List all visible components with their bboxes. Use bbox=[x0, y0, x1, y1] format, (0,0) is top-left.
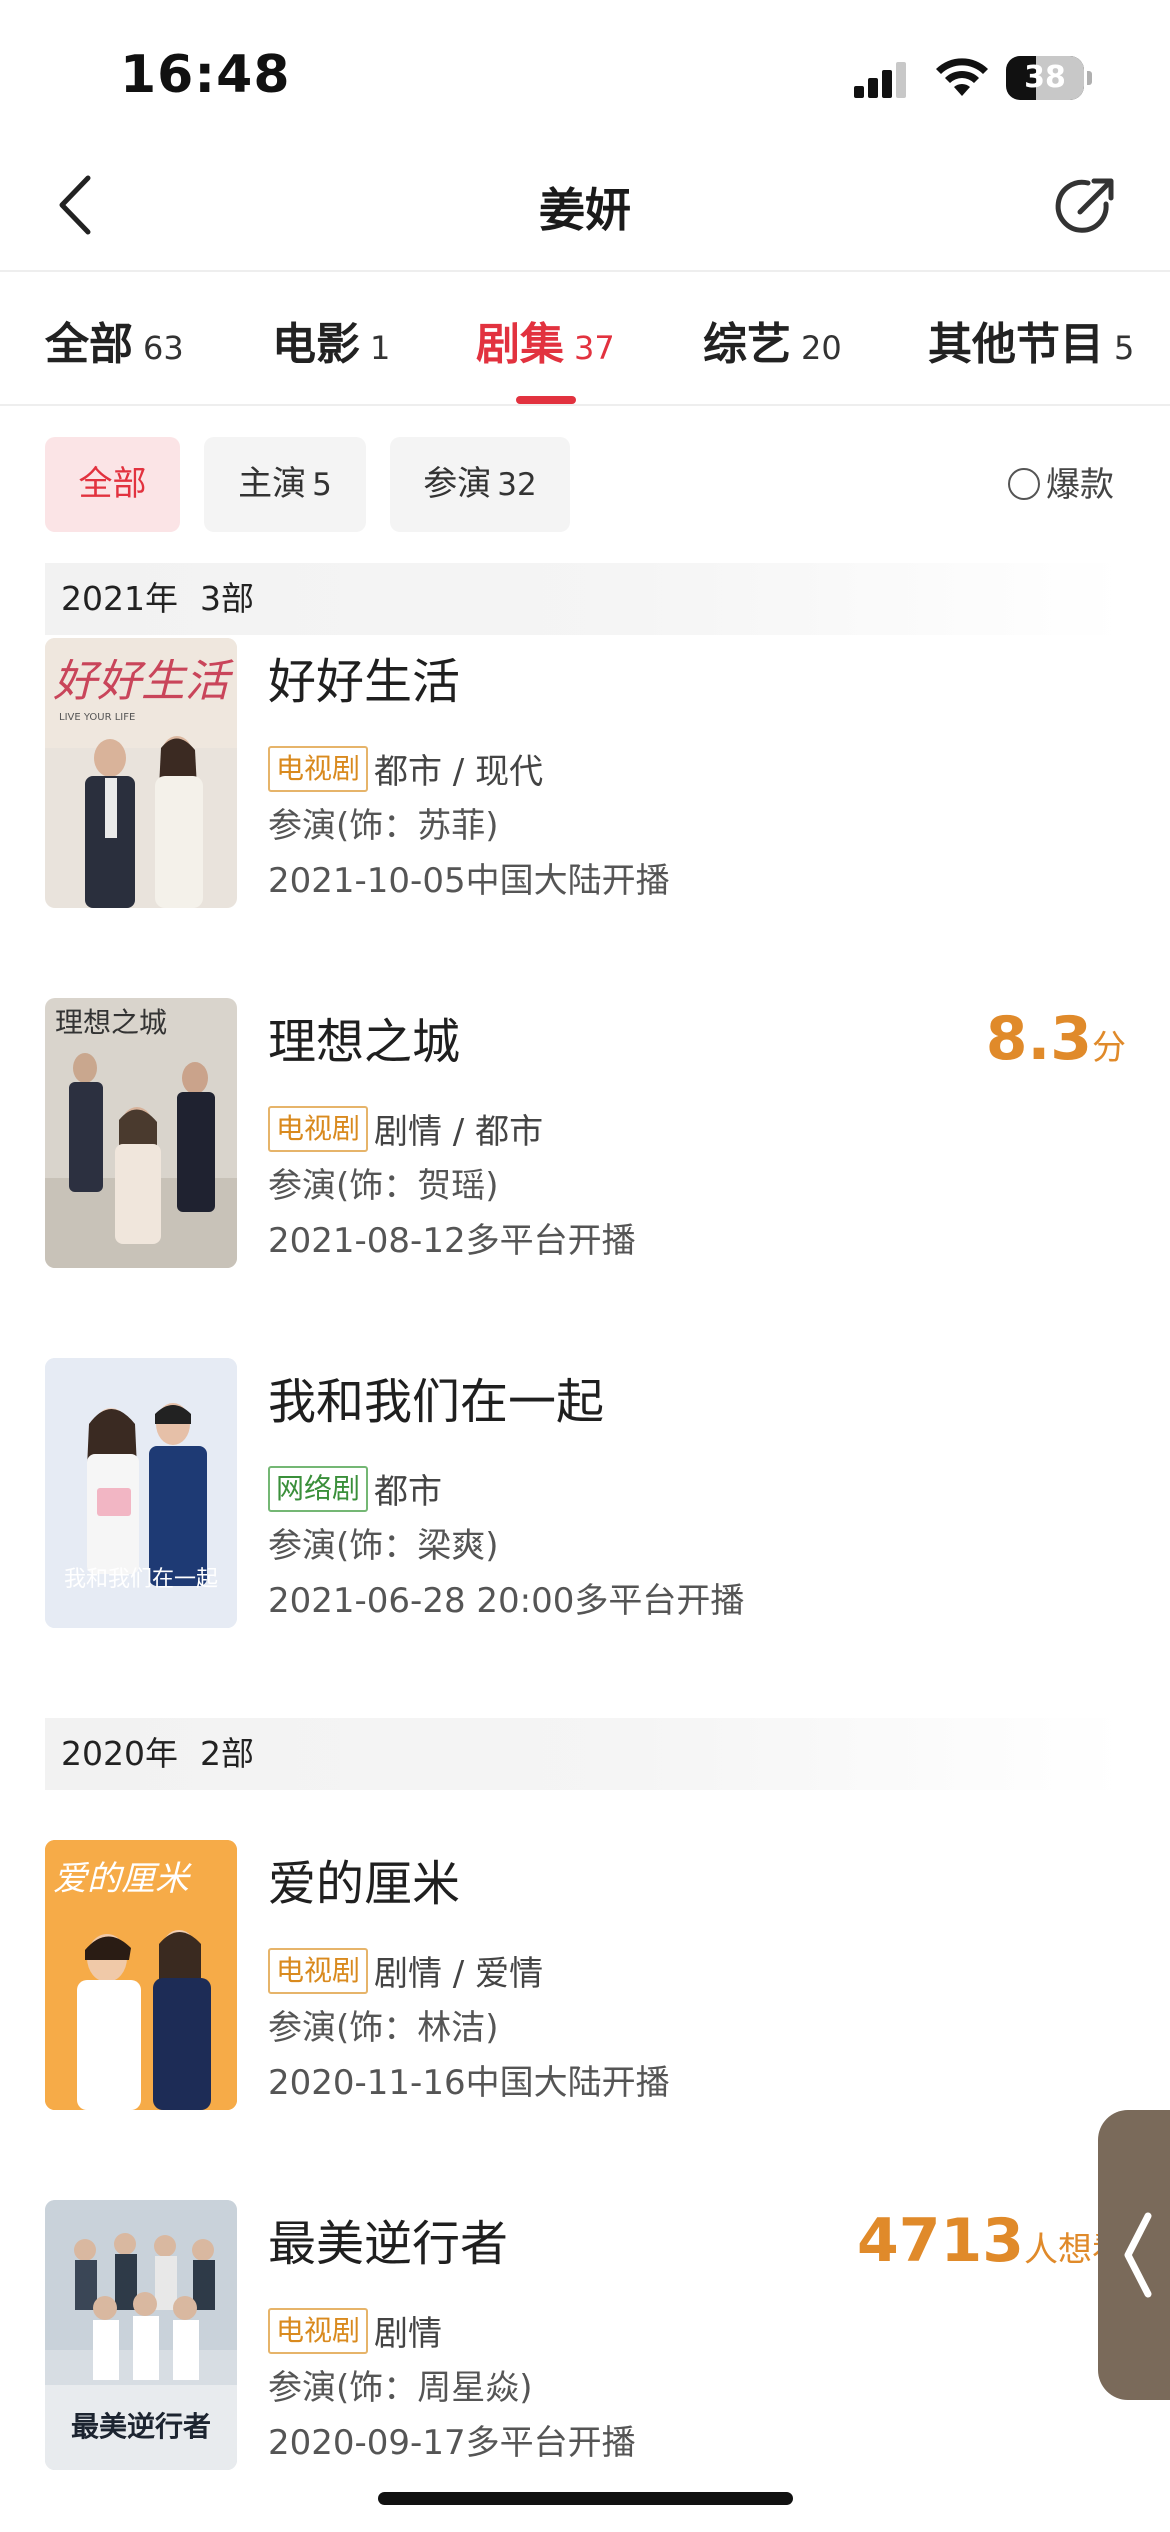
item-role: 参演(饰：周星焱) bbox=[268, 2368, 533, 2408]
item-release: 2020-09-17多平台开播 bbox=[268, 2423, 636, 2463]
tab-series[interactable]: 剧集 37 bbox=[476, 308, 615, 372]
poster-title-text: 爱的厘米 bbox=[53, 1859, 192, 1899]
score-unit: 分 bbox=[1092, 1028, 1126, 1068]
filter-all-button[interactable]: 全部 bbox=[45, 437, 180, 532]
item-title: 好好生活 bbox=[268, 654, 461, 710]
item-score: 8.3分 bbox=[986, 1004, 1126, 1074]
status-bar: 16:48 38 bbox=[0, 0, 1170, 140]
score-value: 8.3 bbox=[985, 1004, 1092, 1074]
chevron-left-icon bbox=[1124, 2212, 1152, 2298]
share-icon[interactable] bbox=[1050, 170, 1122, 242]
hot-toggle-label: 爆款 bbox=[1046, 465, 1114, 505]
status-time: 16:48 bbox=[120, 45, 291, 105]
wifi-icon bbox=[936, 58, 988, 96]
poster-subtitle-text: LIVE YOUR LIFE bbox=[59, 712, 135, 723]
item-type-tag: 电视剧 bbox=[268, 746, 369, 792]
hot-only-toggle[interactable]: 爆款 bbox=[1008, 460, 1114, 510]
back-arrow-icon[interactable] bbox=[44, 170, 114, 240]
item-role: 参演(饰：贺瑶) bbox=[268, 1166, 499, 1206]
poster-title-text: 最美逆行者 bbox=[71, 2410, 211, 2443]
poster-image: 好好生活 LIVE YOUR LIFE bbox=[45, 638, 237, 908]
item-role: 参演(饰：林洁) bbox=[268, 2008, 499, 2048]
list-item[interactable]: 爱的厘米 爱的厘米 电视剧 剧情 / 爱情 参演(饰：林洁) 2020-11-1… bbox=[0, 1840, 1170, 2120]
poster-title-text: 理想之城 bbox=[55, 1006, 167, 1039]
item-title: 我和我们在一起 bbox=[268, 1374, 605, 1430]
filter-supporting-button[interactable]: 参演 32 bbox=[390, 437, 570, 532]
item-type-tag: 电视剧 bbox=[268, 2308, 369, 2354]
tab-movies[interactable]: 电影 1 bbox=[272, 308, 390, 372]
list-item[interactable]: 好好生活 LIVE YOUR LIFE 好好生活 电视剧 都市 / 现代 参演(… bbox=[0, 638, 1170, 918]
tab-other-shows[interactable]: 其他节目 5 bbox=[928, 308, 1134, 372]
list-item[interactable]: 理想之城 理想之城 8.3分 电视剧 剧情 / 都市 参演(饰：贺瑶) 2021… bbox=[0, 998, 1170, 1278]
tab-variety[interactable]: 综艺 20 bbox=[703, 308, 842, 372]
poster-title-text: 我和我们在一起 bbox=[64, 1567, 218, 1592]
page: 16:48 38 姜妍 全部 63 电影 1 剧集 37 综艺 20 其他节目 … bbox=[0, 0, 1170, 2532]
item-genre: 剧情 / 都市 bbox=[374, 1112, 544, 1152]
item-type-tag: 电视剧 bbox=[268, 1106, 369, 1152]
battery-percent: 38 bbox=[1024, 60, 1066, 95]
item-genre: 剧情 / 爱情 bbox=[374, 1954, 544, 1994]
list-item[interactable]: 最美逆行者 最美逆行者 4713人想看 电视剧 剧情 参演(饰：周星焱) 202… bbox=[0, 2200, 1170, 2480]
item-title: 爱的厘米 bbox=[268, 1856, 461, 1912]
item-title: 理想之城 bbox=[268, 1014, 461, 1070]
battery-icon: 38 bbox=[1006, 56, 1092, 100]
poster-image: 最美逆行者 bbox=[45, 2200, 237, 2470]
item-genre: 剧情 bbox=[374, 2314, 442, 2354]
side-drawer-handle[interactable] bbox=[1098, 2110, 1170, 2400]
category-tabs: 全部 63 电影 1 剧集 37 综艺 20 其他节目 5 bbox=[0, 272, 1170, 406]
item-genre: 都市 bbox=[374, 1472, 442, 1512]
item-release: 2021-10-05中国大陆开播 bbox=[268, 861, 670, 901]
home-indicator[interactable] bbox=[378, 2492, 793, 2505]
item-type-tag: 网络剧 bbox=[268, 1466, 369, 1512]
poster-image: 理想之城 bbox=[45, 998, 237, 1268]
tab-all[interactable]: 全部 63 bbox=[45, 308, 184, 372]
item-release: 2020-11-16中国大陆开播 bbox=[268, 2063, 670, 2103]
year-header-2021: 2021年 3部 bbox=[45, 563, 1125, 635]
item-genre: 都市 / 现代 bbox=[374, 752, 544, 792]
item-title: 最美逆行者 bbox=[268, 2216, 509, 2272]
year-header-2020: 2020年 2部 bbox=[45, 1718, 1125, 1790]
item-role: 参演(饰：苏菲) bbox=[268, 806, 499, 846]
item-role: 参演(饰：梁爽) bbox=[268, 1526, 499, 1566]
nav-bar: 姜妍 bbox=[0, 140, 1170, 272]
item-type-tag: 电视剧 bbox=[268, 1948, 369, 1994]
cellular-signal-icon bbox=[854, 62, 906, 98]
want-value: 4713 bbox=[857, 2206, 1024, 2276]
list-item[interactable]: 我和我们在一起 我和我们在一起 网络剧 都市 参演(饰：梁爽) 2021-06-… bbox=[0, 1358, 1170, 1638]
poster-image: 爱的厘米 bbox=[45, 1840, 237, 2110]
poster-image: 我和我们在一起 bbox=[45, 1358, 237, 1628]
filter-lead-button[interactable]: 主演 5 bbox=[204, 437, 366, 532]
poster-title-text: 好好生活 bbox=[53, 656, 234, 707]
item-release: 2021-06-28 20:00多平台开播 bbox=[268, 1581, 745, 1621]
item-want-count: 4713人想看 bbox=[857, 2206, 1126, 2276]
radio-circle-icon bbox=[1008, 467, 1040, 500]
active-tab-indicator bbox=[516, 396, 576, 404]
page-title: 姜妍 bbox=[539, 183, 631, 237]
item-release: 2021-08-12多平台开播 bbox=[268, 1221, 636, 1261]
